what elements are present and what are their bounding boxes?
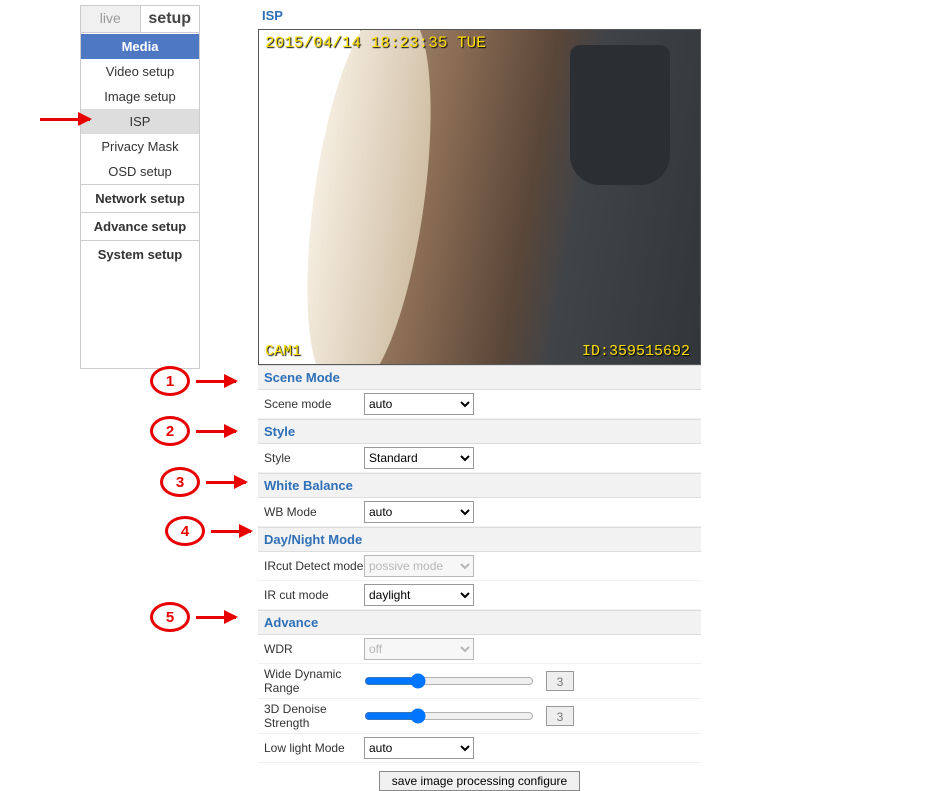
scene-mode-label: Scene mode <box>264 397 364 411</box>
denoise-slider[interactable] <box>364 708 534 724</box>
group-header-advance: Advance <box>258 610 701 635</box>
sidebar-item-privacy-mask[interactable]: Privacy Mask <box>81 134 199 159</box>
denoise-value: 3 <box>546 706 574 726</box>
group-header-style: Style <box>258 419 701 444</box>
wb-mode-label: WB Mode <box>264 505 364 519</box>
media-header: Media <box>81 33 199 59</box>
wb-mode-select[interactable]: auto <box>364 501 474 523</box>
ircut-mode-label: IR cut mode <box>264 588 364 602</box>
video-preview: 2015/04/14 18:23:35 TUE CAM1 ID:35951569… <box>258 29 701 365</box>
lowlight-select[interactable]: auto <box>364 737 474 759</box>
style-label: Style <box>264 451 364 465</box>
style-select[interactable]: Standard <box>364 447 474 469</box>
annotation-3: 3 <box>160 467 246 497</box>
main-content: ISP 2015/04/14 18:23:35 TUE CAM1 ID:3595… <box>258 0 718 791</box>
group-header-wb: White Balance <box>258 473 701 498</box>
wdr-range-value: 3 <box>546 671 574 691</box>
wdr-range-slider[interactable] <box>364 673 534 689</box>
tab-live[interactable]: live <box>81 6 141 32</box>
sidebar-item-osd-setup[interactable]: OSD setup <box>81 159 199 184</box>
denoise-label: 3D Denoise Strength <box>264 702 364 730</box>
sidebar: live setup Media Video setup Image setup… <box>80 5 200 369</box>
group-header-daynight: Day/Night Mode <box>258 527 701 552</box>
view-tabs: live setup <box>81 6 199 33</box>
preview-timestamp: 2015/04/14 18:23:35 TUE <box>265 34 486 52</box>
annotation-4: 4 <box>165 516 251 546</box>
scene-mode-select[interactable]: auto <box>364 393 474 415</box>
annotation-5: 5 <box>150 602 236 632</box>
tab-setup[interactable]: setup <box>141 6 200 32</box>
ircut-detect-select: possive mode <box>364 555 474 577</box>
page-title: ISP <box>258 0 718 29</box>
ircut-detect-label: IRcut Detect mode <box>264 559 364 573</box>
save-button[interactable]: save image processing configure <box>379 771 580 791</box>
settings-panel: Scene Mode Scene mode auto Style Style S… <box>258 365 701 791</box>
sidebar-item-isp[interactable]: ISP <box>81 109 199 134</box>
sidebar-group-advance[interactable]: Advance setup <box>81 212 199 240</box>
lowlight-label: Low light Mode <box>264 741 364 755</box>
sidebar-item-image-setup[interactable]: Image setup <box>81 84 199 109</box>
wdr-label: WDR <box>264 642 364 656</box>
ircut-mode-select[interactable]: daylight <box>364 584 474 606</box>
annotation-2: 2 <box>150 416 236 446</box>
wdr-range-label: Wide Dynamic Range <box>264 667 364 695</box>
preview-cam-label: CAM1 <box>265 343 301 360</box>
group-header-scene: Scene Mode <box>258 365 701 390</box>
sidebar-group-network[interactable]: Network setup <box>81 184 199 212</box>
sidebar-item-video-setup[interactable]: Video setup <box>81 59 199 84</box>
annotation-1: 1 <box>150 366 236 396</box>
sidebar-group-system[interactable]: System setup <box>81 240 199 268</box>
preview-id-label: ID:359515692 <box>582 343 690 360</box>
wdr-select: off <box>364 638 474 660</box>
